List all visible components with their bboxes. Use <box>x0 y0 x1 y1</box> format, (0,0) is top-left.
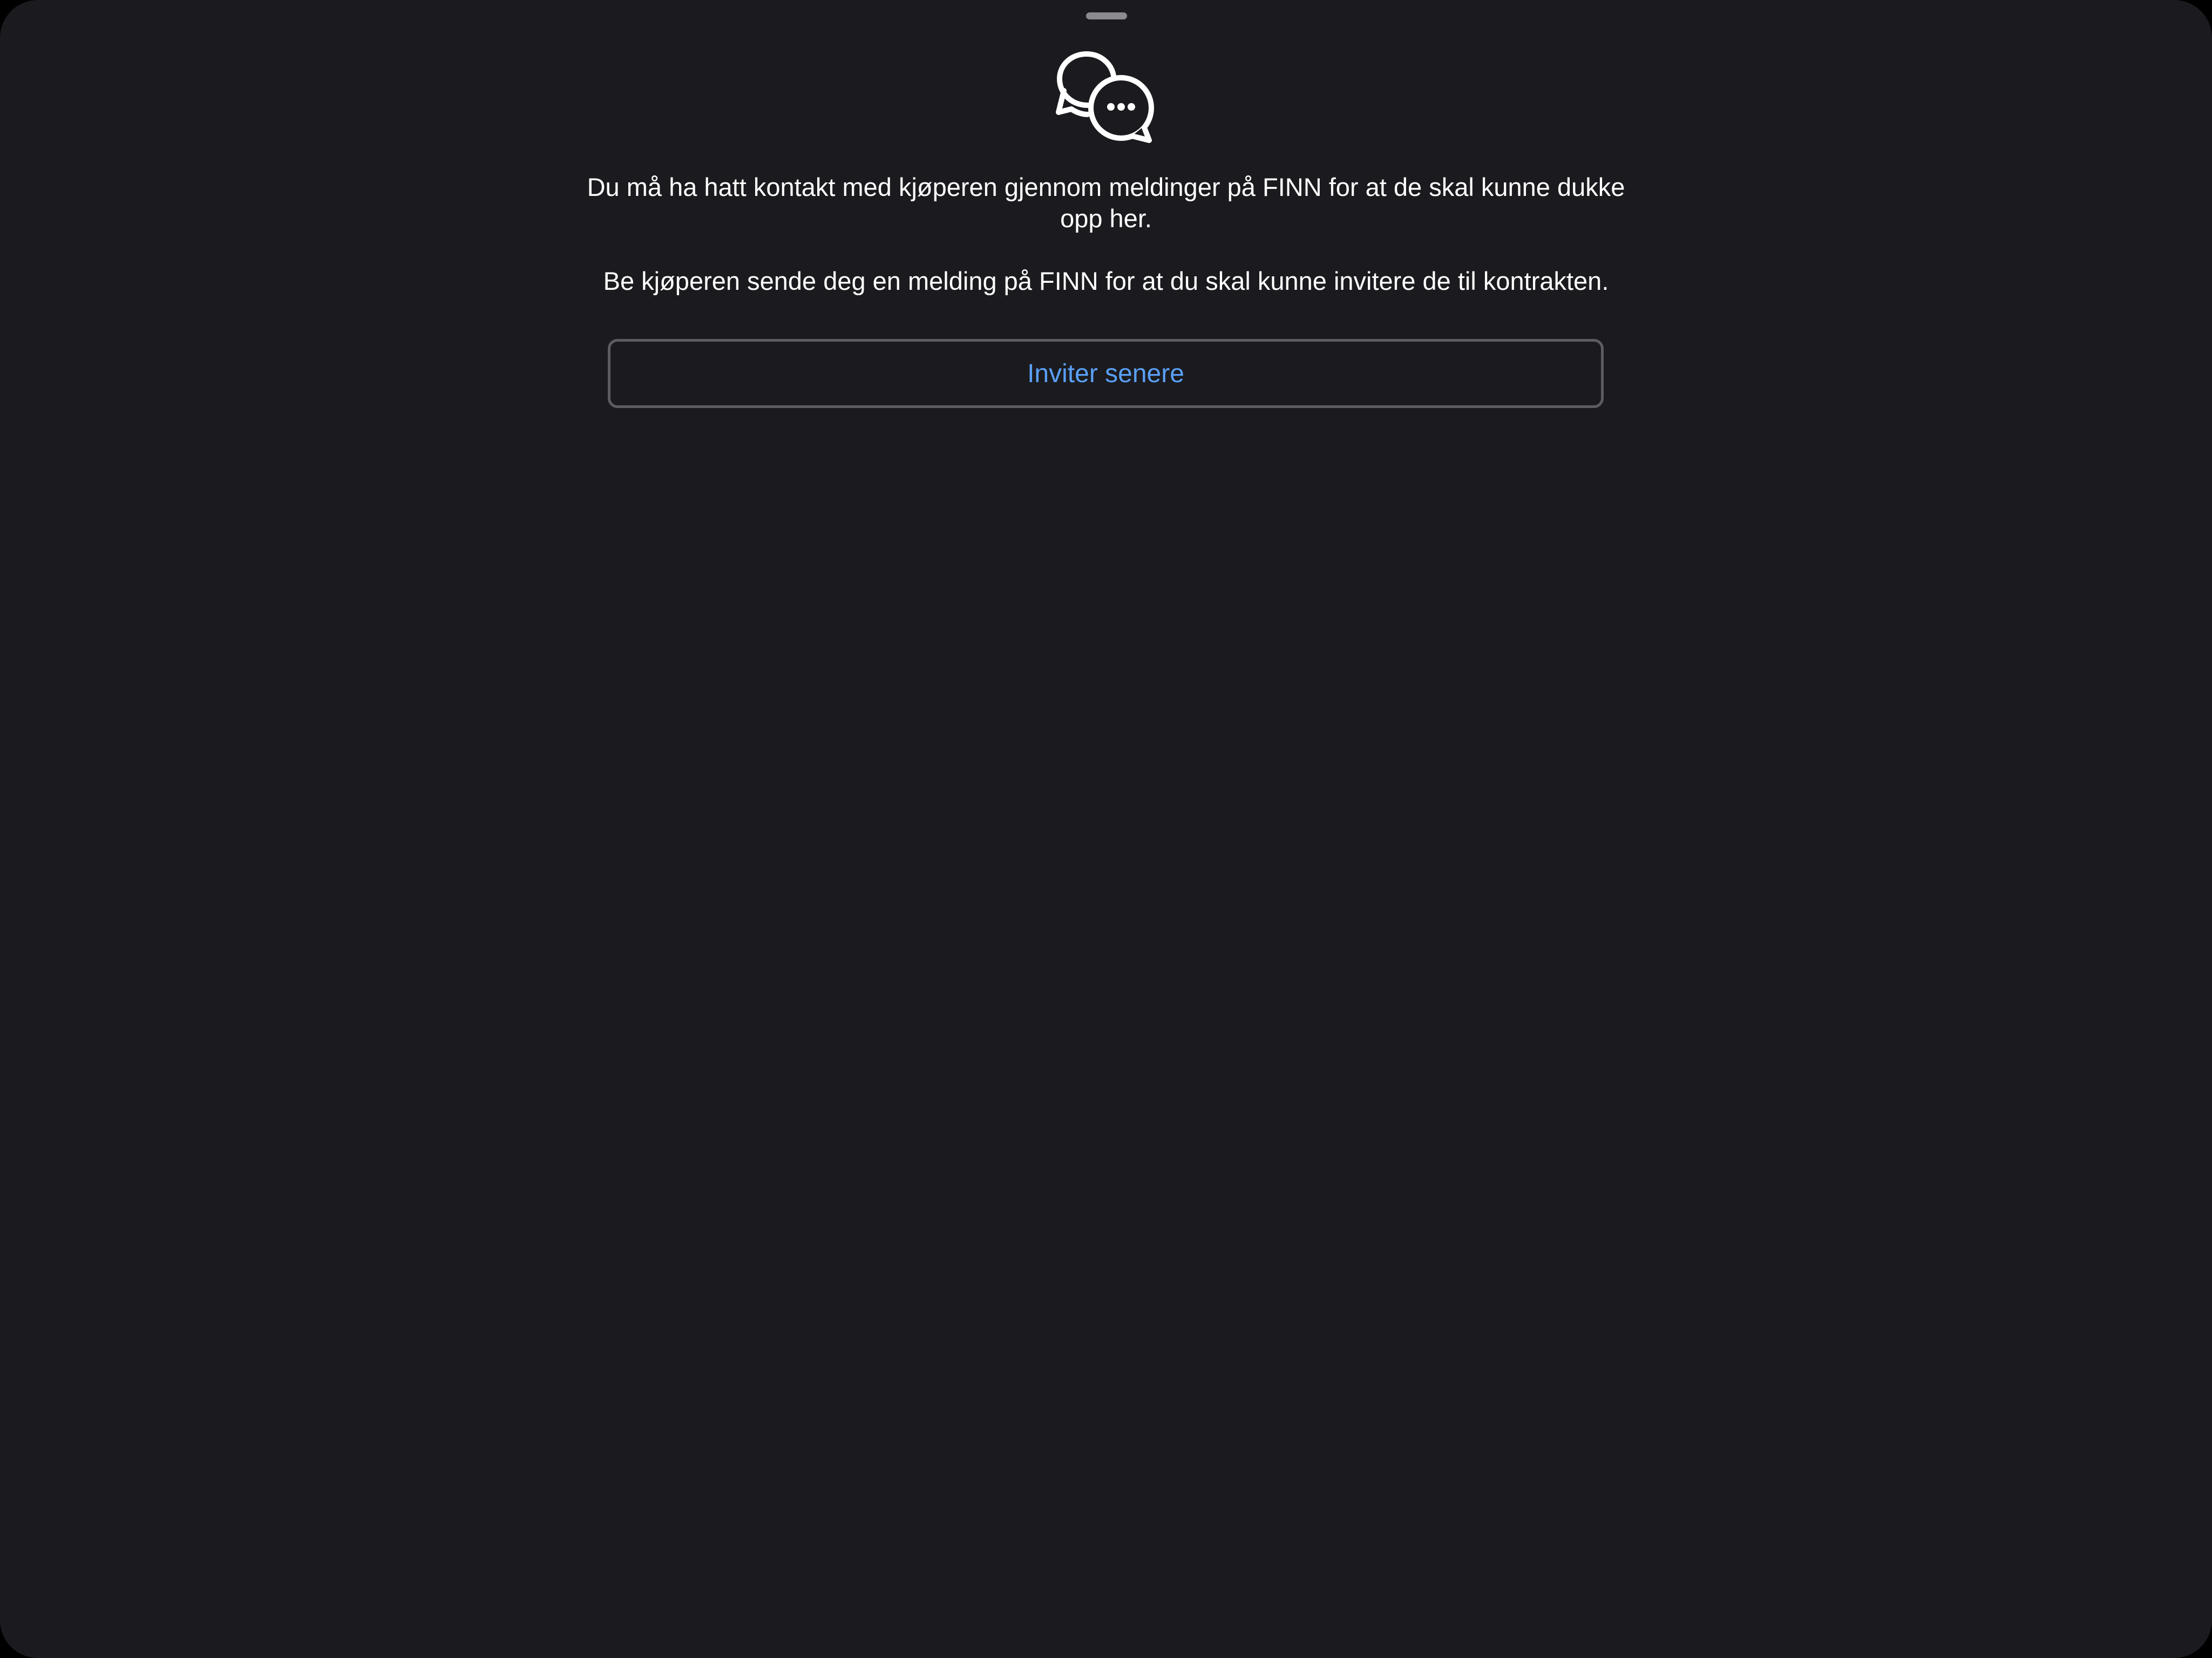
bottom-sheet: Du må ha hatt kontakt med kjøperen gjenn… <box>0 0 2212 1658</box>
info-message: Du må ha hatt kontakt med kjøperen gjenn… <box>566 172 1646 297</box>
invite-later-button[interactable]: Inviter senere <box>608 339 1604 408</box>
invite-later-label: Inviter senere <box>1027 359 1184 388</box>
info-message-line-2: Be kjøperen sende deg en melding på FINN… <box>603 267 1609 295</box>
info-message-line-1: Du må ha hatt kontakt med kjøperen gjenn… <box>587 173 1625 233</box>
chat-bubbles-icon <box>1052 51 1160 144</box>
sheet-grabber-handle[interactable] <box>1086 12 1127 19</box>
